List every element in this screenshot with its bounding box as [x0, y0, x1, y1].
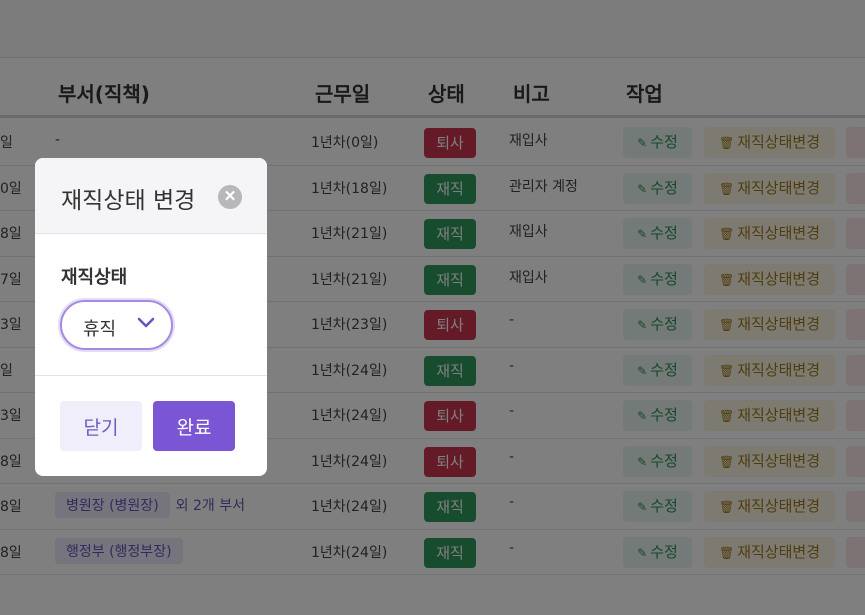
close-icon[interactable]: ✕ [218, 185, 242, 209]
done-button[interactable]: 완료 [153, 401, 235, 451]
close-button[interactable]: 닫기 [60, 401, 142, 451]
field-label: 재직상태 [61, 267, 128, 288]
status-change-modal: 재직상태 변경 ✕ 재직상태 휴직 닫기 완료 [35, 158, 267, 476]
status-select[interactable]: 휴직 [60, 300, 173, 350]
modal-footer: 닫기 완료 [35, 375, 267, 476]
modal-header: 재직상태 변경 ✕ [35, 158, 267, 234]
select-value: 휴직 [83, 319, 117, 340]
chevron-down-icon [137, 317, 155, 328]
modal-title: 재직상태 변경 [61, 188, 196, 214]
